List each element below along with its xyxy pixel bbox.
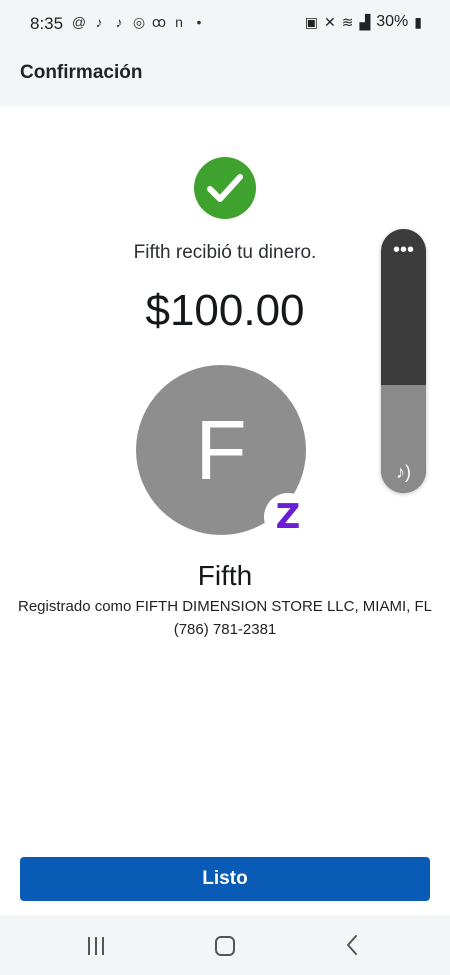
status-bar: 8:35 @ ♪ ♪ ◎ ꝏ n • ▣ ✕ ≋ ▟ 30% ▮ [0, 0, 450, 48]
avatar-initial: F [195, 402, 247, 497]
recipient-name: Fifth [197, 560, 253, 591]
system-nav-bar [0, 915, 450, 975]
battery-icon: ▮ [414, 13, 422, 30]
signal-icon: ▟ [359, 13, 371, 30]
music-note-icon[interactable]: ♪) [381, 462, 426, 483]
home-icon[interactable] [215, 936, 235, 956]
tiktok-icon: ♪ [115, 14, 123, 30]
mute-icon: ✕ [324, 13, 336, 30]
status-right-icons: ▣ ✕ ≋ ▟ 30% ▮ [305, 13, 422, 31]
status-time: 8:35 [30, 14, 64, 33]
recipient-phone: (786) 781-2381 [173, 621, 277, 638]
success-check-icon [194, 157, 256, 219]
battery-percentage: 30% [376, 13, 409, 30]
threads-icon: @ [71, 14, 87, 30]
tiktok-icon: ♪ [95, 14, 103, 30]
battery-saver-icon: ▣ [304, 13, 318, 30]
zelle-badge-letter: Z [275, 497, 301, 537]
wifi-icon: ≋ [341, 13, 354, 30]
volume-panel[interactable]: ••• ♪) [381, 229, 426, 493]
status-left-icons: @ ♪ ♪ ◎ ꝏ n • [71, 13, 207, 31]
voicemail-icon: ꝏ [151, 13, 167, 30]
dot-icon: • [196, 14, 202, 30]
zelle-logo-icon: Z [264, 493, 312, 541]
instagram-icon: ◎ [132, 13, 146, 30]
back-icon[interactable] [343, 933, 361, 957]
page-title: Confirmación [20, 62, 143, 83]
registered-as-text: Registrado como FIFTH DIMENSION STORE LL… [18, 598, 432, 615]
notification-n-icon: n [175, 14, 183, 30]
done-button[interactable]: Listo [20, 857, 430, 901]
more-options-icon[interactable]: ••• [381, 239, 426, 262]
app-header: Confirmación [0, 48, 450, 106]
recent-apps-icon[interactable] [88, 937, 110, 955]
